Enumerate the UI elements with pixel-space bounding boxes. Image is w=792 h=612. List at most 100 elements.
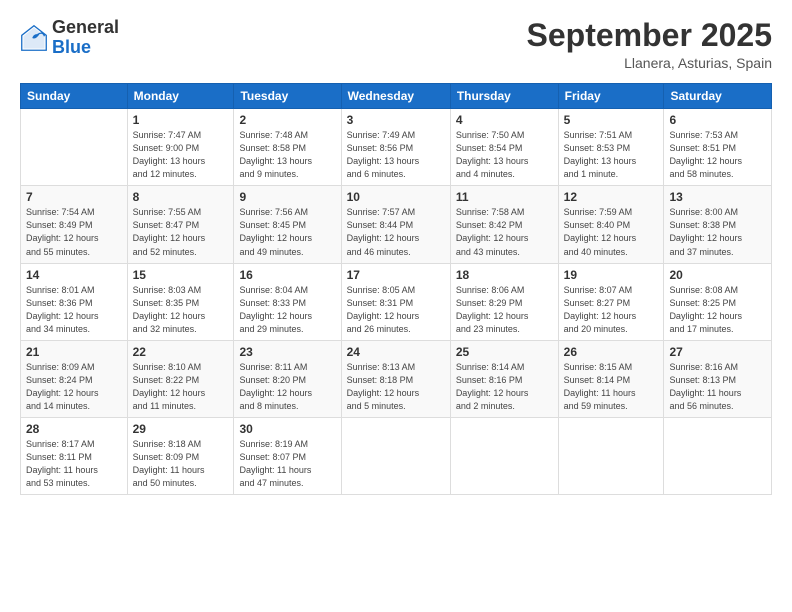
day-info: Sunrise: 8:19 AM Sunset: 8:07 PM Dayligh… (239, 438, 335, 490)
calendar-cell: 5 Sunrise: 7:51 AM Sunset: 8:53 PM Daylig… (558, 109, 664, 186)
calendar-cell: 15 Sunrise: 8:03 AM Sunset: 8:35 PM Dayli… (127, 263, 234, 340)
day-number: 4 (456, 113, 553, 127)
day-info: Sunrise: 8:09 AM Sunset: 8:24 PM Dayligh… (26, 361, 122, 413)
weekday-tuesday: Tuesday (234, 84, 341, 109)
day-info: Sunrise: 7:58 AM Sunset: 8:42 PM Dayligh… (456, 206, 553, 258)
calendar-cell (450, 417, 558, 494)
calendar-cell: 11 Sunrise: 7:58 AM Sunset: 8:42 PM Dayli… (450, 186, 558, 263)
day-number: 22 (133, 345, 229, 359)
weekday-friday: Friday (558, 84, 664, 109)
calendar-cell: 24 Sunrise: 8:13 AM Sunset: 8:18 PM Dayli… (341, 340, 450, 417)
day-number: 2 (239, 113, 335, 127)
day-info: Sunrise: 8:08 AM Sunset: 8:25 PM Dayligh… (669, 284, 766, 336)
calendar-cell: 17Sunrise: 8:05 AM Sunset: 8:31 PM Dayli… (341, 263, 450, 340)
calendar-cell: 29 Sunrise: 8:18 AM Sunset: 8:09 PM Dayli… (127, 417, 234, 494)
calendar-cell: 12Sunrise: 7:59 AM Sunset: 8:40 PM Dayli… (558, 186, 664, 263)
calendar-cell: 14 Sunrise: 8:01 AM Sunset: 8:36 PM Dayli… (21, 263, 128, 340)
day-number: 27 (669, 345, 766, 359)
week-row-2: 7Sunrise: 7:54 AM Sunset: 8:49 PM Daylig… (21, 186, 772, 263)
day-number: 6 (669, 113, 766, 127)
day-info: Sunrise: 8:13 AM Sunset: 8:18 PM Dayligh… (347, 361, 445, 413)
day-number: 12 (564, 190, 659, 204)
day-info: Sunrise: 7:55 AM Sunset: 8:47 PM Dayligh… (133, 206, 229, 258)
week-row-5: 28 Sunrise: 8:17 AM Sunset: 8:11 PM Dayli… (21, 417, 772, 494)
day-number: 19 (564, 268, 659, 282)
calendar-cell: 27 Sunrise: 8:16 AM Sunset: 8:13 PM Dayli… (664, 340, 772, 417)
logo: General Blue (20, 18, 119, 58)
day-number: 8 (133, 190, 229, 204)
calendar-cell (341, 417, 450, 494)
calendar-cell: 7Sunrise: 7:54 AM Sunset: 8:49 PM Daylig… (21, 186, 128, 263)
calendar-cell: 3 Sunrise: 7:49 AM Sunset: 8:56 PM Daylig… (341, 109, 450, 186)
calendar-cell: 20Sunrise: 8:08 AM Sunset: 8:25 PM Dayli… (664, 263, 772, 340)
calendar-cell (558, 417, 664, 494)
day-number: 7 (26, 190, 122, 204)
day-info: Sunrise: 8:10 AM Sunset: 8:22 PM Dayligh… (133, 361, 229, 413)
day-number: 21 (26, 345, 122, 359)
calendar-cell: 18 Sunrise: 8:06 AM Sunset: 8:29 PM Dayli… (450, 263, 558, 340)
day-info: Sunrise: 8:18 AM Sunset: 8:09 PM Dayligh… (133, 438, 229, 490)
day-number: 1 (133, 113, 229, 127)
weekday-saturday: Saturday (664, 84, 772, 109)
day-number: 14 (26, 268, 122, 282)
day-info: Sunrise: 8:04 AM Sunset: 8:33 PM Dayligh… (239, 284, 335, 336)
day-number: 26 (564, 345, 659, 359)
day-info: Sunrise: 8:11 AM Sunset: 8:20 PM Dayligh… (239, 361, 335, 413)
calendar-cell: 6 Sunrise: 7:53 AM Sunset: 8:51 PM Daylig… (664, 109, 772, 186)
week-row-1: 1 Sunrise: 7:47 AM Sunset: 9:00 PM Daylig… (21, 109, 772, 186)
calendar-cell: 19Sunrise: 8:07 AM Sunset: 8:27 PM Dayli… (558, 263, 664, 340)
day-number: 10 (347, 190, 445, 204)
day-number: 18 (456, 268, 553, 282)
calendar-cell (664, 417, 772, 494)
day-number: 11 (456, 190, 553, 204)
day-info: Sunrise: 7:53 AM Sunset: 8:51 PM Dayligh… (669, 129, 766, 181)
calendar-cell: 22 Sunrise: 8:10 AM Sunset: 8:22 PM Dayli… (127, 340, 234, 417)
day-number: 29 (133, 422, 229, 436)
day-info: Sunrise: 8:05 AM Sunset: 8:31 PM Dayligh… (347, 284, 445, 336)
calendar-cell: 1 Sunrise: 7:47 AM Sunset: 9:00 PM Daylig… (127, 109, 234, 186)
day-info: Sunrise: 7:47 AM Sunset: 9:00 PM Dayligh… (133, 129, 229, 181)
title-block: September 2025 Llanera, Asturias, Spain (527, 18, 772, 71)
day-info: Sunrise: 7:51 AM Sunset: 8:53 PM Dayligh… (564, 129, 659, 181)
day-number: 23 (239, 345, 335, 359)
calendar-cell: 4 Sunrise: 7:50 AM Sunset: 8:54 PM Daylig… (450, 109, 558, 186)
day-info: Sunrise: 7:49 AM Sunset: 8:56 PM Dayligh… (347, 129, 445, 181)
day-info: Sunrise: 7:50 AM Sunset: 8:54 PM Dayligh… (456, 129, 553, 181)
day-info: Sunrise: 7:56 AM Sunset: 8:45 PM Dayligh… (239, 206, 335, 258)
logo-blue: Blue (52, 38, 119, 58)
calendar-cell: 8 Sunrise: 7:55 AM Sunset: 8:47 PM Daylig… (127, 186, 234, 263)
calendar-cell: 16Sunrise: 8:04 AM Sunset: 8:33 PM Dayli… (234, 263, 341, 340)
day-info: Sunrise: 7:48 AM Sunset: 8:58 PM Dayligh… (239, 129, 335, 181)
day-info: Sunrise: 8:00 AM Sunset: 8:38 PM Dayligh… (669, 206, 766, 258)
calendar: SundayMondayTuesdayWednesdayThursdayFrid… (20, 83, 772, 495)
calendar-cell: 2 Sunrise: 7:48 AM Sunset: 8:58 PM Daylig… (234, 109, 341, 186)
calendar-cell: 26 Sunrise: 8:15 AM Sunset: 8:14 PM Dayli… (558, 340, 664, 417)
day-info: Sunrise: 8:15 AM Sunset: 8:14 PM Dayligh… (564, 361, 659, 413)
calendar-cell (21, 109, 128, 186)
weekday-thursday: Thursday (450, 84, 558, 109)
day-info: Sunrise: 8:16 AM Sunset: 8:13 PM Dayligh… (669, 361, 766, 413)
calendar-cell: 30 Sunrise: 8:19 AM Sunset: 8:07 PM Dayli… (234, 417, 341, 494)
logo-icon (20, 24, 48, 52)
day-number: 3 (347, 113, 445, 127)
week-row-3: 14 Sunrise: 8:01 AM Sunset: 8:36 PM Dayli… (21, 263, 772, 340)
day-number: 9 (239, 190, 335, 204)
day-number: 25 (456, 345, 553, 359)
calendar-cell: 25Sunrise: 8:14 AM Sunset: 8:16 PM Dayli… (450, 340, 558, 417)
day-number: 30 (239, 422, 335, 436)
day-number: 15 (133, 268, 229, 282)
day-info: Sunrise: 8:01 AM Sunset: 8:36 PM Dayligh… (26, 284, 122, 336)
day-info: Sunrise: 8:03 AM Sunset: 8:35 PM Dayligh… (133, 284, 229, 336)
calendar-cell: 9 Sunrise: 7:56 AM Sunset: 8:45 PM Daylig… (234, 186, 341, 263)
day-number: 13 (669, 190, 766, 204)
day-info: Sunrise: 8:17 AM Sunset: 8:11 PM Dayligh… (26, 438, 122, 490)
calendar-cell: 13 Sunrise: 8:00 AM Sunset: 8:38 PM Dayli… (664, 186, 772, 263)
day-info: Sunrise: 8:06 AM Sunset: 8:29 PM Dayligh… (456, 284, 553, 336)
day-number: 24 (347, 345, 445, 359)
logo-general: General (52, 18, 119, 38)
calendar-cell: 28 Sunrise: 8:17 AM Sunset: 8:11 PM Dayli… (21, 417, 128, 494)
day-number: 28 (26, 422, 122, 436)
calendar-cell: 23 Sunrise: 8:11 AM Sunset: 8:20 PM Dayli… (234, 340, 341, 417)
day-number: 5 (564, 113, 659, 127)
calendar-cell: 21 Sunrise: 8:09 AM Sunset: 8:24 PM Dayli… (21, 340, 128, 417)
